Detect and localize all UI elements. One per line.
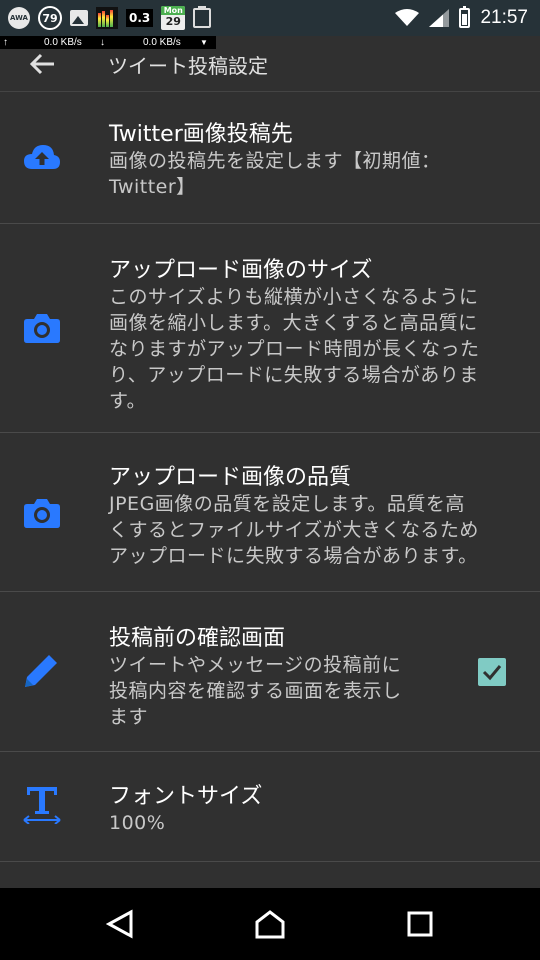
recents-button[interactable] bbox=[400, 904, 440, 944]
notification-icons: AWA 79 0.3 Mon 29 bbox=[8, 4, 212, 32]
description-line: 画像を縮小します。大きくすると高品質に bbox=[109, 312, 478, 334]
setting-title: Twitter画像投稿先 bbox=[109, 122, 293, 147]
pencil-icon bbox=[22, 650, 62, 690]
settings-list: Twitter画像投稿先 画像の投稿先を設定します【初期値： Twitter】 … bbox=[0, 92, 540, 862]
navigation-bar bbox=[0, 888, 540, 960]
camera-icon bbox=[22, 308, 62, 348]
calendar-day: 29 bbox=[165, 15, 181, 28]
description-line: アップロードに失敗する場合があります。 bbox=[109, 545, 478, 567]
setting-confirm-before-post[interactable]: 投稿前の確認画面 ツイートやメッセージの投稿前に 投稿内容を確認する画面を表示し… bbox=[0, 592, 540, 752]
page-title: ツイート投稿設定 bbox=[108, 54, 268, 78]
text-size-icon bbox=[22, 784, 62, 824]
clock: 21:57 bbox=[480, 7, 528, 28]
setting-description: 画像の投稿先を設定します【初期値： Twitter】 bbox=[109, 148, 509, 200]
setting-title: アップロード画像の品質 bbox=[109, 465, 352, 490]
description-line: JPEG画像の品質を設定します。品質を高 bbox=[109, 493, 465, 515]
setting-title: 投稿前の確認画面 bbox=[109, 626, 286, 651]
net-speed-bar: ↑ 0.0 KB/s ↓ 0.0 KB/s ▼ bbox=[0, 36, 216, 49]
setting-twitter-image-destination[interactable]: Twitter画像投稿先 画像の投稿先を設定します【初期値： Twitter】 bbox=[0, 92, 540, 224]
download-arrow-icon: ↓ bbox=[100, 37, 105, 48]
calendar-icon: Mon 29 bbox=[161, 6, 186, 30]
setting-title: アップロード画像のサイズ bbox=[109, 258, 373, 283]
download-speed: 0.0 KB/s bbox=[143, 37, 181, 48]
status-bar: AWA 79 0.3 Mon 29 21:57 bbox=[0, 0, 540, 36]
home-button[interactable] bbox=[250, 904, 290, 944]
description-line: ます bbox=[109, 706, 149, 728]
battery-icon bbox=[459, 6, 471, 28]
badge-79-icon: 79 bbox=[38, 6, 62, 30]
description-line: くするとファイルサイズが大きくなるため bbox=[109, 519, 479, 541]
description-line: なりますがアップロード時間が長くなった bbox=[109, 338, 480, 360]
setting-description: ツイートやメッセージの投稿前に 投稿内容を確認する画面を表示し ます bbox=[109, 652, 439, 730]
setting-title: フォントサイズ bbox=[109, 784, 263, 809]
setting-value: 100% bbox=[109, 812, 166, 834]
back-triangle-icon bbox=[106, 909, 133, 939]
awa-app-icon: AWA bbox=[8, 7, 30, 29]
home-icon bbox=[255, 910, 285, 939]
clipboard-icon bbox=[193, 6, 212, 28]
wifi-icon bbox=[395, 9, 420, 26]
setting-upload-image-quality[interactable]: アップロード画像の品質 JPEG画像の品質を設定します。品質を高 くするとファイ… bbox=[0, 433, 540, 592]
setting-upload-image-size[interactable]: アップロード画像のサイズ このサイズよりも縦横が小さくなるように 画像を縮小しま… bbox=[0, 224, 540, 433]
description-line: このサイズよりも縦横が小さくなるように bbox=[109, 286, 479, 308]
system-icons: 21:57 bbox=[395, 4, 528, 32]
description-line: 投稿内容を確認する画面を表示し bbox=[109, 680, 402, 702]
upload-arrow-icon: ↑ bbox=[3, 37, 8, 48]
description-line: り、アップロードに失敗する場合がありま bbox=[109, 364, 479, 386]
confirm-checkbox[interactable] bbox=[478, 658, 506, 686]
level-meter-icon bbox=[96, 7, 118, 29]
recents-square-icon bbox=[407, 911, 433, 937]
upload-speed: 0.0 KB/s bbox=[44, 37, 82, 48]
description-line: す。 bbox=[109, 390, 147, 412]
calendar-month: Mon bbox=[161, 6, 186, 15]
image-icon bbox=[70, 10, 88, 26]
checkmark-icon bbox=[482, 665, 502, 681]
signal-icon bbox=[429, 9, 450, 27]
description-line: 画像の投稿先を設定します【初期値： bbox=[109, 150, 441, 172]
back-arrow-icon[interactable] bbox=[26, 48, 58, 80]
description-line: Twitter】 bbox=[109, 176, 196, 198]
dropdown-marker-icon: ▼ bbox=[200, 38, 208, 47]
camera-icon bbox=[22, 493, 62, 533]
setting-description: このサイズよりも縦横が小さくなるように 画像を縮小します。大きくすると高品質に … bbox=[109, 284, 509, 414]
setting-font-size[interactable]: フォントサイズ 100% bbox=[0, 752, 540, 862]
description-line: ツイートやメッセージの投稿前に bbox=[109, 654, 402, 676]
back-button[interactable] bbox=[100, 904, 140, 944]
meter-value: 0.3 bbox=[126, 9, 154, 27]
setting-description: JPEG画像の品質を設定します。品質を高 くするとファイルサイズが大きくなるため… bbox=[109, 491, 509, 569]
cloud-upload-icon bbox=[22, 138, 62, 178]
